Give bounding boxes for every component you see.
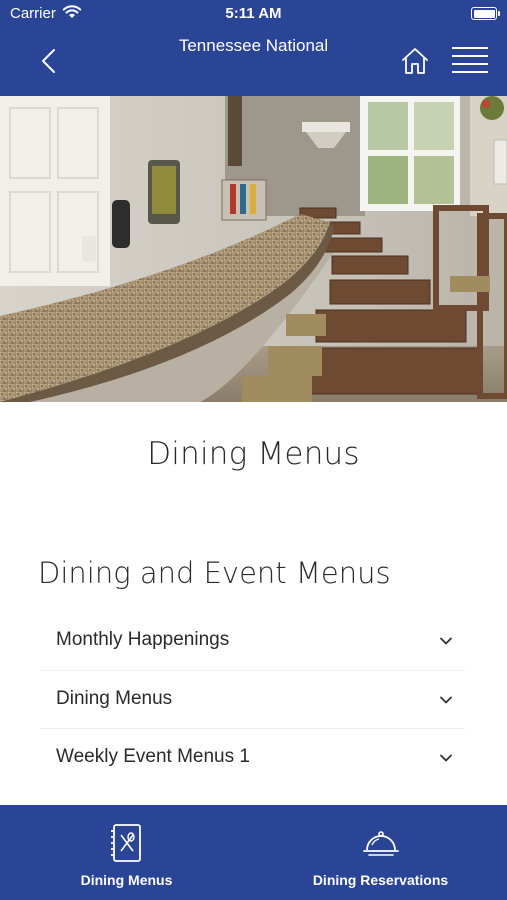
top-bar: Carrier 5:11 AM Tennessee National — [0, 0, 507, 96]
hamburger-menu-button[interactable] — [450, 45, 490, 75]
accordion-label: Weekly Event Menus 1 — [56, 746, 250, 767]
tab-label: Dining Menus — [80, 872, 173, 888]
menu-book-icon — [110, 824, 141, 862]
cloche-icon — [362, 831, 399, 856]
tab-dining-reservations[interactable]: Dining Reservations — [254, 805, 507, 900]
chevron-down-icon — [440, 754, 452, 762]
menu-accordion: Monthly Happenings Dining Menus Weekly E… — [40, 612, 465, 788]
page-title: Dining Menus — [147, 436, 360, 472]
accordion-item-weekly-event-menus[interactable]: Weekly Event Menus 1 — [40, 729, 465, 788]
home-button[interactable] — [400, 46, 430, 76]
tab-dining-menus[interactable]: Dining Menus — [0, 805, 253, 900]
chevron-down-icon — [440, 637, 452, 645]
accordion-label: Dining Menus — [56, 687, 173, 709]
hamburger-icon — [452, 47, 488, 73]
section-title: Dining and Event Menus — [38, 556, 391, 590]
app-title: Tennessee National — [178, 36, 329, 55]
hero-image — [0, 96, 507, 402]
chevron-down-icon — [440, 696, 452, 703]
tab-label: Dining Reservations — [312, 872, 449, 888]
accordion-item-dining-menus[interactable]: Dining Menus — [40, 671, 465, 729]
home-icon — [402, 48, 428, 74]
accordion-label: Monthly Happenings — [56, 629, 230, 650]
accordion-item-monthly-happenings[interactable]: Monthly Happenings — [40, 612, 465, 671]
bottom-tab-bar: Dining Menus Dining Reservations — [0, 805, 507, 900]
status-bar: Carrier 5:11 AM — [0, 0, 507, 28]
battery-icon — [471, 7, 500, 20]
status-time: 5:11 AM — [225, 5, 282, 22]
